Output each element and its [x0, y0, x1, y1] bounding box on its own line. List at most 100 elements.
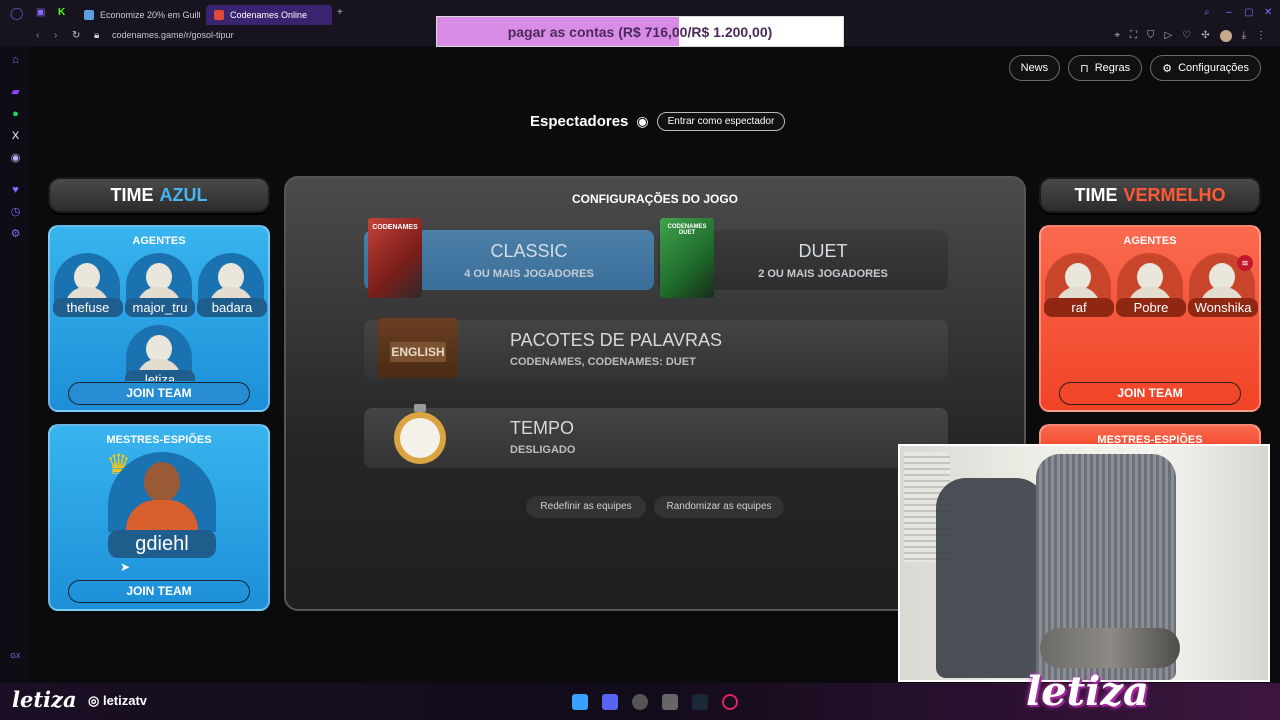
word-packs-title: PACOTES DE PALAVRAS: [510, 330, 723, 350]
browser-extension-icons: ⌖ ⛶ ⛉ ▷ ♡ ✣ ⤓ ⋮: [1114, 30, 1266, 42]
eye-icon: ◉: [636, 113, 649, 129]
steam-icon[interactable]: [692, 694, 708, 710]
timer-sub: DESLIGADO: [510, 444, 576, 456]
close-icon[interactable]: ✕: [1264, 7, 1272, 18]
kick-icon[interactable]: K: [58, 7, 65, 18]
reset-teams-button[interactable]: Redefinir as equipes: [526, 496, 646, 518]
blue-team-name: AZUL: [159, 184, 208, 205]
mode-sub: 2 OU MAIS JOGADORES: [758, 267, 888, 280]
url-text[interactable]: codenames.game/r/gosol-tipur: [112, 30, 234, 40]
discord-icon[interactable]: ◉: [9, 152, 22, 165]
windows-icon[interactable]: [572, 694, 588, 710]
stopwatch-icon: [394, 404, 446, 464]
mode-sub: 4 OU MAIS JOGADORES: [464, 267, 594, 280]
extensions-icon[interactable]: ✣: [1201, 30, 1209, 42]
forward-icon[interactable]: ›: [54, 30, 57, 41]
player-name: Pobre: [1116, 298, 1186, 317]
lock-icon: 🔒︎: [94, 30, 100, 41]
search-icon[interactable]: ⌕: [1204, 7, 1210, 18]
download-icon[interactable]: ⤓: [1242, 30, 1246, 42]
word-pack-badge: ENGLISH: [378, 318, 458, 378]
stream-brand-logo: letiza: [1026, 668, 1149, 715]
player-card: letiza: [125, 325, 195, 381]
whatsapp-icon[interactable]: ●: [9, 108, 22, 121]
opera-gx-icon[interactable]: [722, 694, 738, 710]
screenshot-icon[interactable]: ⛶: [1130, 30, 1137, 42]
shield-icon[interactable]: ⛉: [1147, 30, 1155, 42]
spectators-title: Espectadores: [530, 113, 629, 130]
rules-button[interactable]: ⊓ Regras: [1068, 55, 1143, 81]
news-label: News: [1020, 62, 1049, 74]
blue-spymasters-join-button[interactable]: JOIN TEAM: [68, 580, 250, 603]
blue-spymasters-panel: MESTRES-ESPIÕES ♛ gdiehl ➤ JOIN TEAM: [48, 424, 270, 611]
browser-logo-icon[interactable]: ◯: [10, 6, 23, 20]
blue-agents-join-button[interactable]: JOIN TEAM: [68, 382, 250, 405]
red-agents-join-button[interactable]: JOIN TEAM: [1059, 382, 1241, 405]
duet-box-title: CODENAMES DUET: [667, 224, 707, 236]
blue-agents-title: AGENTES: [132, 235, 186, 247]
mode-name: CLASSIC: [490, 240, 568, 261]
news-button[interactable]: News: [1008, 55, 1061, 81]
classic-box-image: CODENAMES: [368, 218, 422, 298]
browser-sidebar: ⌂ ▰ ● X ◉ ♥ ◷ ⚙ GX: [0, 46, 30, 720]
play-icon[interactable]: ▷: [1165, 30, 1173, 42]
minimize-icon[interactable]: –: [1226, 7, 1232, 18]
gx-icon[interactable]: GX: [9, 650, 22, 663]
player-name: badara: [197, 298, 267, 317]
player-name: raf: [1044, 298, 1114, 317]
heart-icon[interactable]: ♥: [9, 184, 22, 197]
x-icon[interactable]: X: [9, 130, 22, 143]
settings-button[interactable]: ⚙ Configurações: [1150, 55, 1261, 81]
mouse-cursor-icon: ➤: [120, 560, 131, 574]
obs-icon[interactable]: [632, 694, 648, 710]
player-card: raf: [1044, 253, 1114, 323]
player-card: thefuse: [53, 253, 123, 323]
app-icon[interactable]: [662, 694, 678, 710]
gamepad-icon[interactable]: ⌂: [9, 54, 22, 67]
twitch-icon[interactable]: ▰: [9, 86, 22, 99]
word-packs-row[interactable]: ENGLISH PACOTES DE PALAVRAS CODENAMES, C…: [364, 318, 948, 380]
donation-goal-text: pagar as contas (R$ 716,00/R$ 1.200,00): [507, 23, 773, 40]
discord-icon[interactable]: [602, 694, 618, 710]
game-settings-title: CONFIGURAÇÕES DO JOGO: [571, 192, 738, 206]
back-icon[interactable]: ‹: [36, 30, 39, 41]
word-packs-sub: CODENAMES, CODENAMES: DUET: [510, 356, 696, 368]
tab-favicon-icon: [84, 10, 94, 20]
stream-logo: letiza: [12, 687, 77, 712]
blue-agents-panel: AGENTES thefuse major_tru badara letiza …: [48, 225, 270, 412]
timer-row[interactable]: TEMPO DESLIGADO: [364, 404, 948, 468]
heart-icon[interactable]: ♡: [1182, 30, 1191, 42]
webcam-feed: [898, 444, 1270, 682]
bookmark-icon: ⊓: [1080, 62, 1089, 75]
app-icon[interactable]: ▣: [36, 7, 45, 18]
blue-team-prefix: TIME: [110, 184, 154, 205]
randomize-teams-button[interactable]: Randomizar as equipes: [654, 496, 784, 518]
instagram-icon: ◎: [88, 693, 103, 708]
profile-avatar-icon[interactable]: [1219, 30, 1232, 42]
gear-icon[interactable]: ⚙: [9, 228, 22, 241]
tab-economize[interactable]: Economize 20% em Guilty: [76, 5, 200, 25]
player-name: major_tru: [125, 298, 195, 317]
red-team-name: VERMELHO: [1123, 184, 1226, 205]
settings-label: Configurações: [1178, 62, 1249, 74]
word-pack-badge-label: ENGLISH: [390, 342, 446, 362]
red-agents-title: AGENTES: [1123, 235, 1177, 247]
player-name: Wonshika: [1188, 298, 1258, 317]
red-team-prefix: TIME: [1074, 184, 1118, 205]
maximize-icon[interactable]: ▢: [1244, 7, 1253, 18]
player-card: major_tru: [125, 253, 195, 323]
duet-box-image: CODENAMES DUET: [660, 218, 714, 298]
tab-codenames[interactable]: Codenames Online: [206, 5, 332, 25]
gear-icon: ⚙: [1162, 62, 1173, 75]
wifi-off-icon: ≋: [1237, 255, 1253, 271]
menu-icon[interactable]: ⋮: [1256, 30, 1266, 42]
clock-icon[interactable]: ◷: [9, 206, 22, 219]
spymaster-name: gdiehl: [108, 530, 216, 558]
join-spectator-button[interactable]: Entrar como espectador: [656, 112, 786, 131]
reload-icon[interactable]: ↻: [72, 30, 80, 41]
new-tab-button[interactable]: +: [337, 7, 343, 18]
pin-icon[interactable]: ⌖: [1114, 30, 1120, 42]
top-toolbar: News ⊓ Regras ⚙ Configurações: [1008, 55, 1261, 81]
chair-image: [936, 478, 1046, 678]
rules-label: Regras: [1094, 62, 1131, 74]
